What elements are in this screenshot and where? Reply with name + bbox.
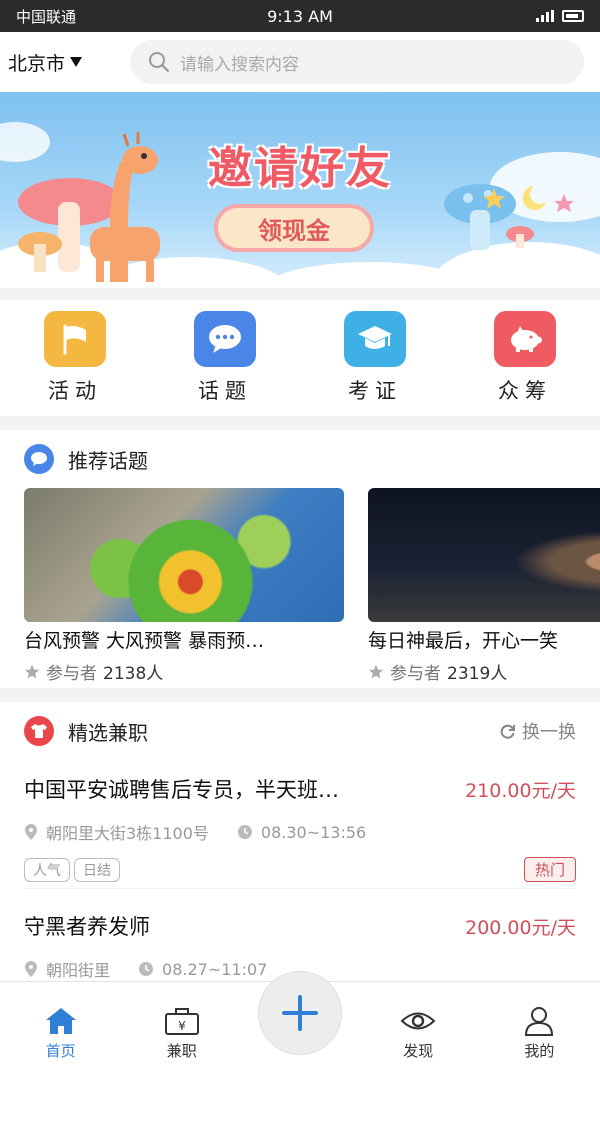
quick-entry-grid: 活动 话题 考证 众筹 — [0, 300, 600, 416]
topic-meta: 参与者 2138人 — [24, 659, 344, 684]
quick-entry-crowdfunding[interactable]: 众筹 — [465, 311, 585, 405]
tab-part-time[interactable]: ¥ 兼职 — [137, 1006, 227, 1061]
flag-icon — [44, 311, 106, 367]
section-header: 精选兼职 换一换 — [0, 702, 600, 760]
job-location-text: 朝阳里大街3栋1100号 — [46, 824, 209, 843]
job-pay: 200.00元/天 — [465, 916, 576, 939]
tab-discover[interactable]: 发现 — [373, 1006, 463, 1061]
job-tag: 人气 — [24, 858, 70, 882]
job-item[interactable]: 中国平安诚聘售后专员，半天班… 210.00元/天 朝阳里大街3栋1100号 0… — [0, 760, 600, 888]
chat-bubble-icon — [24, 444, 54, 474]
refresh-button[interactable]: 换一换 — [500, 718, 576, 744]
tab-home[interactable]: 首页 — [16, 1006, 106, 1061]
clock-icon — [237, 825, 252, 839]
quick-entry-activity[interactable]: 活动 — [15, 311, 135, 405]
publish-button[interactable] — [257, 971, 342, 1055]
job-title: 中国平安诚聘售后专员，半天班… — [24, 778, 339, 802]
job-time-text: 08.27~11:07 — [162, 959, 268, 979]
movie-still-image — [368, 488, 600, 622]
location-pin-icon — [25, 961, 37, 977]
tab-label: 我的 — [524, 1042, 555, 1060]
quick-entry-label: 考证 — [348, 379, 402, 403]
plus-icon — [281, 995, 318, 1031]
clock: 9:13 AM — [267, 6, 333, 26]
topic-title: 台风预警 大风预警 暴雨预… — [24, 630, 265, 652]
tab-label: 首页 — [45, 1042, 76, 1060]
search-input[interactable]: 请输入搜索内容 — [130, 40, 584, 84]
top-bar: 北京市 请输入搜索内容 — [0, 32, 600, 92]
section-title: 精选兼职 — [68, 720, 148, 745]
status-bar: 中国联通 9:13 AM — [0, 0, 600, 32]
quick-entry-label: 活动 — [48, 379, 102, 403]
city-label: 北京市 — [8, 52, 66, 75]
graduation-cap-icon — [344, 311, 406, 367]
briefcase-icon: ¥ — [164, 1008, 199, 1035]
location-pin-icon — [25, 824, 37, 840]
participant-label: 参与者 — [46, 664, 97, 684]
bottom-tab-bar: 首页 ¥ 兼职 发现 我的 — [0, 971, 600, 1067]
section-title: 推荐话题 — [68, 448, 148, 473]
topic-card[interactable]: 每日神最后，开心一笑 参与者 2319人 — [368, 488, 600, 688]
promo-banner[interactable]: 邀请好友 领现金 — [0, 92, 600, 288]
city-selector[interactable]: 北京市 — [8, 49, 130, 76]
recommended-topics-section: 推荐话题 台风预警 大风预警 暴雨预… 参与者 2138人 每日神最后，开心一笑… — [0, 430, 600, 688]
quick-entry-certificate[interactable]: 考证 — [315, 311, 435, 405]
quick-entry-label: 话题 — [198, 379, 252, 403]
triangle-down-icon — [70, 57, 83, 67]
piggy-bank-icon — [494, 311, 556, 367]
topic-carousel[interactable]: 台风预警 大风预警 暴雨预… 参与者 2138人 每日神最后，开心一笑 参与者 … — [0, 488, 600, 688]
banner-cash-button[interactable]: 领现金 — [214, 204, 374, 252]
topic-card[interactable]: 台风预警 大风预警 暴雨预… 参与者 2138人 — [24, 488, 344, 688]
quick-entry-topic[interactable]: 话题 — [165, 311, 285, 405]
refresh-icon — [500, 724, 515, 739]
job-time: 08.30~13:56 — [237, 823, 366, 842]
topic-meta: 参与者 2319人 — [368, 659, 600, 684]
participant-label: 参与者 — [390, 664, 441, 684]
participant-count: 2138人 — [103, 664, 164, 684]
job-title: 守黑者养发师 — [24, 915, 150, 939]
participant-count: 2319人 — [447, 664, 508, 684]
search-icon — [149, 52, 170, 73]
job-location: 朝阳里大街3栋1100号 — [24, 820, 209, 844]
home-icon — [45, 1008, 76, 1034]
battery-icon — [562, 10, 584, 22]
topic-title: 每日神最后，开心一笑 — [368, 630, 559, 652]
shirt-icon — [24, 716, 54, 746]
user-icon — [525, 1007, 554, 1036]
search-placeholder: 请输入搜索内容 — [180, 54, 299, 75]
tab-profile[interactable]: 我的 — [494, 1006, 584, 1061]
job-item[interactable]: 守黑者养发师 200.00元/天 朝阳街里 08.27~11:07 — [0, 889, 600, 981]
tab-label: 发现 — [403, 1042, 434, 1060]
job-time-text: 08.30~13:56 — [260, 822, 367, 842]
job-pay: 210.00元/天 — [465, 779, 576, 802]
star-icon — [24, 664, 40, 678]
chat-bubble-icon — [194, 311, 256, 367]
hot-badge: 热门 — [523, 857, 576, 882]
refresh-label: 换一换 — [522, 722, 576, 743]
job-tag: 日结 — [74, 858, 120, 882]
job-location: 朝阳街里 — [24, 957, 110, 981]
section-header: 推荐话题 — [0, 430, 600, 488]
tab-label: 兼职 — [166, 1042, 197, 1060]
banner-title: 邀请好友 — [208, 143, 392, 194]
job-location-text: 朝阳街里 — [46, 961, 111, 980]
star-icon — [368, 664, 384, 678]
eye-icon — [400, 1012, 436, 1030]
job-time: 08.27~11:07 — [138, 960, 267, 979]
quick-entry-label: 众筹 — [498, 379, 552, 403]
typhoon-radar-image — [24, 488, 344, 622]
svg-text:¥: ¥ — [178, 1019, 186, 1033]
clock-icon — [139, 962, 154, 976]
